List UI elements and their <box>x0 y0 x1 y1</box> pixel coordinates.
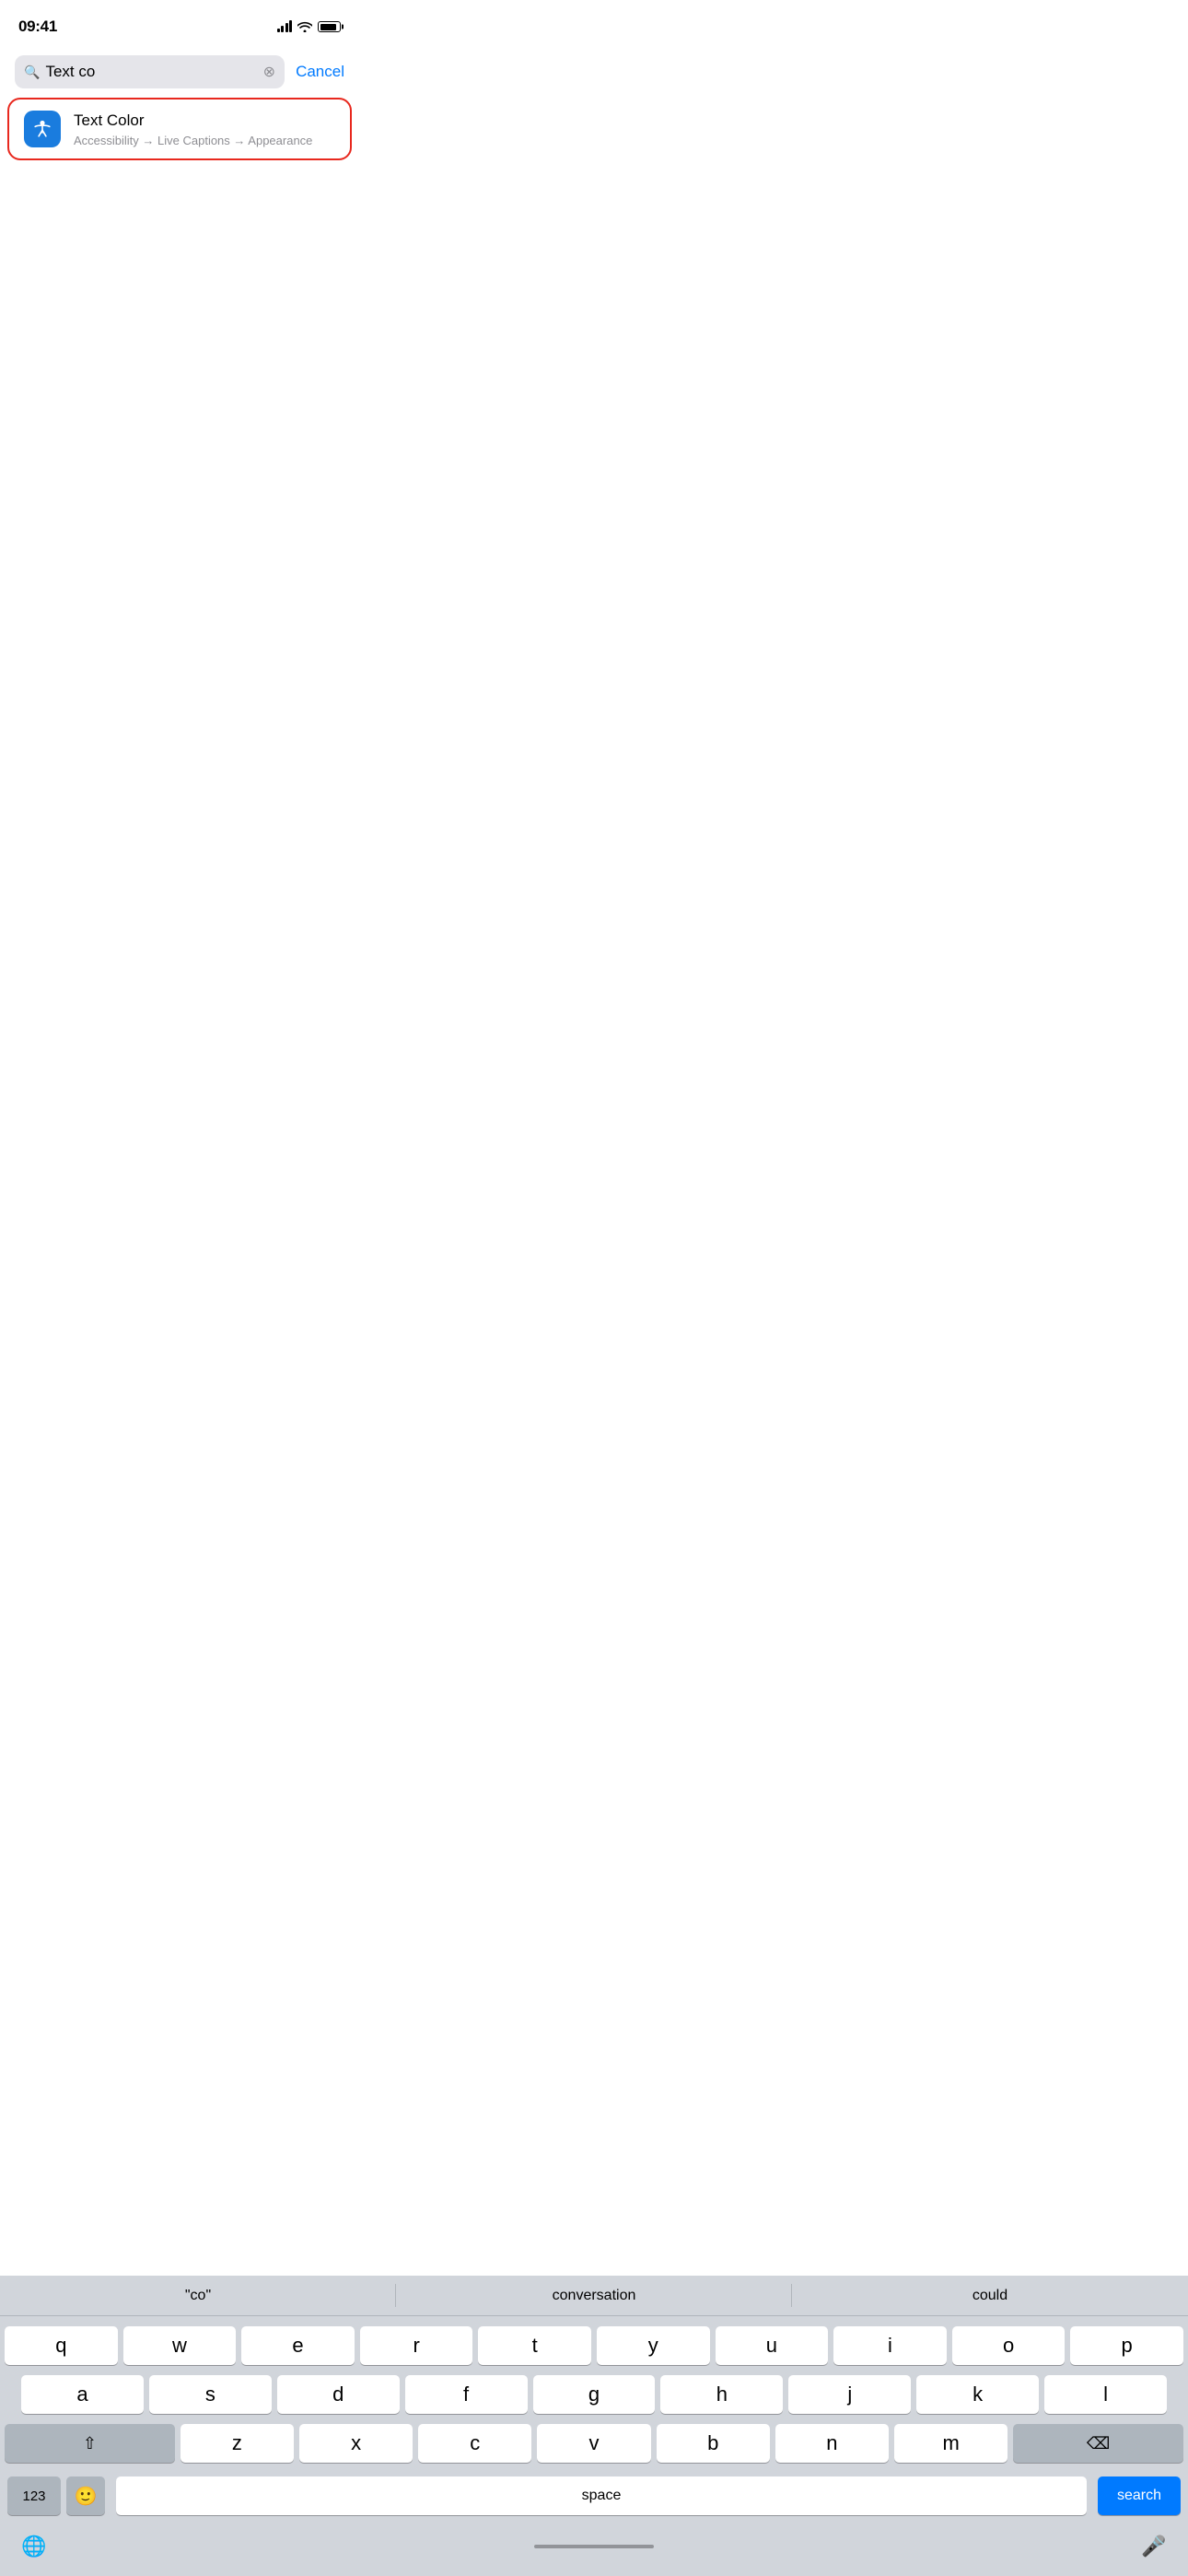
key-n[interactable]: n <box>775 2424 889 2463</box>
status-bar: 09:41 <box>0 0 359 50</box>
key-e[interactable]: e <box>241 2326 355 2365</box>
cancel-button[interactable]: Cancel <box>296 63 344 81</box>
microphone-key[interactable]: 🎤 <box>1135 2530 1173 2563</box>
key-o[interactable]: o <box>952 2326 1066 2365</box>
result-title: Text Color <box>74 111 335 131</box>
home-indicator <box>534 2545 654 2548</box>
key-s[interactable]: s <box>149 2375 272 2414</box>
key-x[interactable]: x <box>299 2424 413 2463</box>
status-icons <box>277 21 342 32</box>
shift-key[interactable]: ⇧ <box>5 2424 175 2463</box>
key-row-1: q w e r t y u i o p <box>3 2326 1185 2365</box>
key-g[interactable]: g <box>533 2375 656 2414</box>
signal-icon <box>277 21 293 32</box>
accessibility-icon-container <box>24 111 61 147</box>
result-item[interactable]: Text Color Accessibility → Live Captions… <box>7 98 352 160</box>
key-w[interactable]: w <box>123 2326 237 2365</box>
key-j[interactable]: j <box>788 2375 911 2414</box>
globe-key[interactable]: 🌐 <box>15 2530 53 2563</box>
clear-search-button[interactable]: ⊗ <box>263 63 275 81</box>
key-b[interactable]: b <box>657 2424 770 2463</box>
result-text: Text Color Accessibility → Live Captions… <box>74 111 335 146</box>
search-icon: 🔍 <box>24 64 40 80</box>
key-r[interactable]: r <box>360 2326 473 2365</box>
result-path: Accessibility → Live Captions → Appearan… <box>74 134 335 147</box>
key-z[interactable]: z <box>181 2424 294 2463</box>
autocomplete-row: "co" conversation could <box>0 2276 1188 2316</box>
key-h[interactable]: h <box>660 2375 783 2414</box>
keyboard: "co" conversation could q w e r t y u i … <box>0 2276 1188 2576</box>
bottom-controls: 🌐 🎤 <box>0 2530 1188 2569</box>
key-c[interactable]: c <box>418 2424 531 2463</box>
key-f[interactable]: f <box>405 2375 528 2414</box>
search-results: Text Color Accessibility → Live Captions… <box>0 98 359 160</box>
key-row-3: ⇧ z x c v b n m ⌫ <box>3 2424 1185 2463</box>
search-key[interactable]: search <box>1098 2476 1181 2515</box>
search-input-wrapper[interactable]: 🔍 Text co ⊗ <box>15 55 285 88</box>
delete-icon: ⌫ <box>1087 2434 1110 2453</box>
key-i[interactable]: i <box>833 2326 947 2365</box>
search-input[interactable]: Text co <box>45 63 257 81</box>
key-a[interactable]: a <box>21 2375 144 2414</box>
key-k[interactable]: k <box>916 2375 1039 2414</box>
keyboard-rows: q w e r t y u i o p a s d f g h j k l ⇧ … <box>0 2326 1188 2463</box>
key-d[interactable]: d <box>277 2375 400 2414</box>
search-bar: 🔍 Text co ⊗ Cancel <box>0 50 359 94</box>
key-m[interactable]: m <box>894 2424 1007 2463</box>
key-q[interactable]: q <box>5 2326 118 2365</box>
key-t[interactable]: t <box>478 2326 591 2365</box>
key-u[interactable]: u <box>716 2326 829 2365</box>
autocomplete-item-0[interactable]: "co" <box>0 2276 396 2315</box>
wifi-icon <box>297 21 312 32</box>
key-y[interactable]: y <box>597 2326 710 2365</box>
key-p[interactable]: p <box>1070 2326 1183 2365</box>
delete-key[interactable]: ⌫ <box>1013 2424 1183 2463</box>
space-key[interactable]: space <box>116 2476 1087 2515</box>
status-time: 09:41 <box>18 18 57 36</box>
autocomplete-item-2[interactable]: could <box>792 2276 1188 2315</box>
autocomplete-item-1[interactable]: conversation <box>396 2276 792 2315</box>
accessibility-icon <box>30 117 54 141</box>
numbers-key[interactable]: 123 <box>7 2476 61 2515</box>
emoji-key[interactable]: 🙂 <box>66 2476 105 2515</box>
emoji-icon: 🙂 <box>75 2485 98 2508</box>
key-l[interactable]: l <box>1044 2375 1167 2414</box>
main-content <box>0 164 359 440</box>
key-v[interactable]: v <box>537 2424 650 2463</box>
key-row-2: a s d f g h j k l <box>3 2375 1185 2414</box>
bottom-row: 123 🙂 space search <box>0 2473 1188 2530</box>
battery-icon <box>318 21 341 32</box>
